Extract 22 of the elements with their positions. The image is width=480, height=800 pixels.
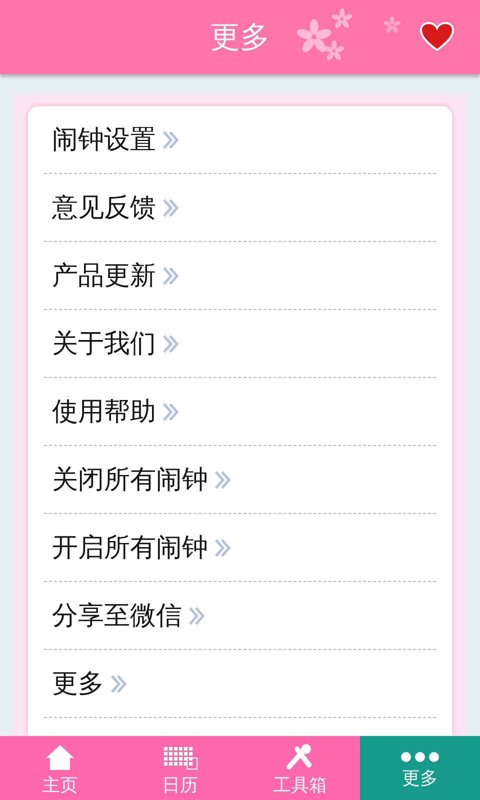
home-icon — [45, 743, 75, 771]
more-icon — [400, 750, 440, 764]
menu-item[interactable]: 产品更新 — [44, 242, 436, 310]
menu-item[interactable]: 意见反馈 — [44, 174, 436, 242]
chevron-right-icon — [214, 536, 232, 558]
chevron-right-icon — [162, 128, 180, 150]
menu-item[interactable]: 开启所有闹钟 — [44, 514, 436, 582]
menu-item[interactable]: 分享至微信 — [44, 582, 436, 650]
chevron-right-icon — [188, 604, 206, 626]
chevron-right-icon — [162, 196, 180, 218]
heart-icon[interactable] — [420, 22, 454, 52]
page-title: 更多 — [210, 18, 270, 56]
chevron-right-icon — [162, 264, 180, 286]
menu-item[interactable]: 更多 — [44, 650, 436, 718]
menu-item[interactable]: 使用帮助 — [44, 378, 436, 446]
chevron-right-icon — [162, 400, 180, 422]
chevron-right-icon — [162, 332, 180, 354]
chevron-right-icon — [110, 672, 128, 694]
chevron-right-icon — [214, 468, 232, 490]
menu-item[interactable]: 关于我们 — [44, 310, 436, 378]
menu-item[interactable]: 关闭所有闹钟 — [44, 446, 436, 514]
menu-item[interactable]: 闹钟设置 — [44, 106, 436, 174]
